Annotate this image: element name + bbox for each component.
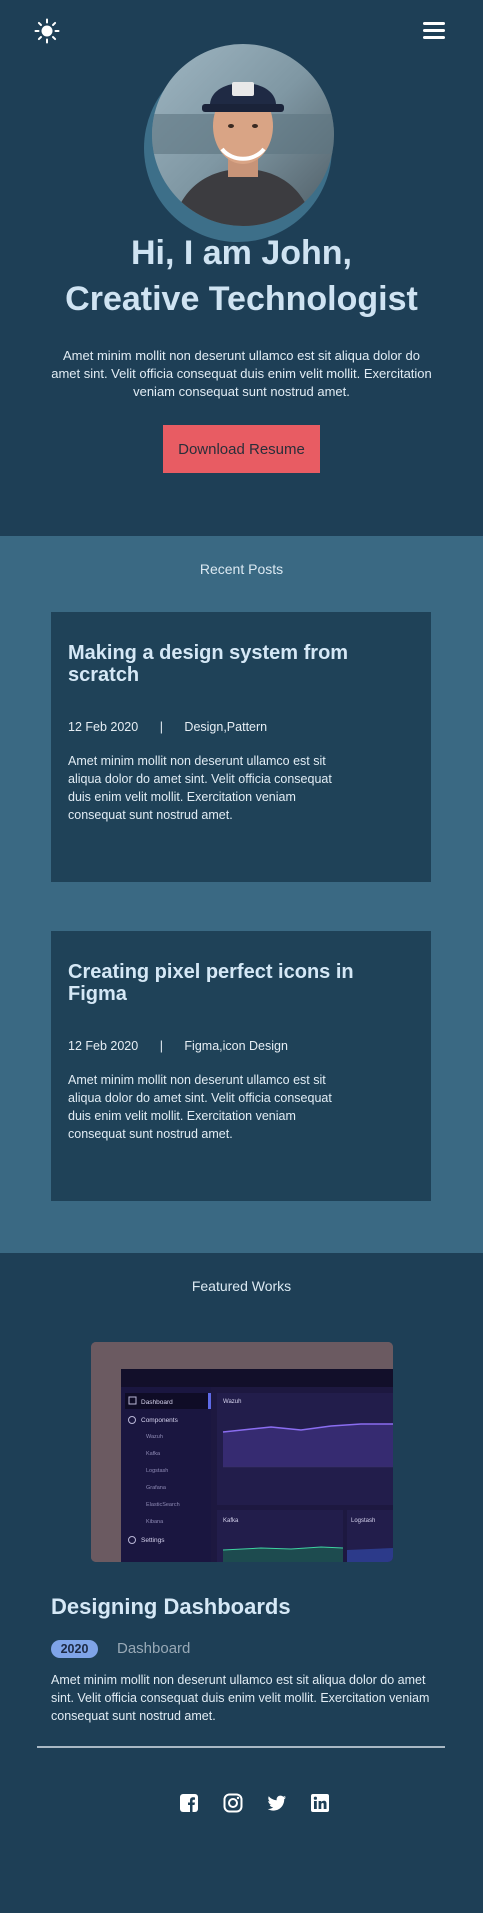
hero-intro: Amet minim mollit non deserunt ullamco e… bbox=[51, 348, 432, 399]
post-card[interactable]: Creating pixel perfect icons in Figma 12… bbox=[51, 931, 431, 1201]
thumb-sidebar-settings: Settings bbox=[141, 1537, 165, 1544]
featured-works-heading: Featured Works bbox=[191, 1278, 292, 1294]
thumb-sidebar-logstash: Logstash bbox=[146, 1468, 168, 1474]
hamburger-menu-icon[interactable] bbox=[423, 22, 445, 40]
twitter-icon[interactable] bbox=[267, 1793, 287, 1813]
thumb-sidebar-kibana: Kibana bbox=[146, 1519, 164, 1525]
hero-section: Hi, I am John, Creative Technologist Ame… bbox=[0, 0, 483, 536]
post-meta-separator: | bbox=[159, 720, 163, 734]
featured-works-section: Featured Works Dashboard Components Wazu… bbox=[0, 1253, 483, 1913]
profile-photo bbox=[140, 44, 340, 242]
facebook-icon[interactable] bbox=[179, 1793, 199, 1813]
thumb-sidebar-kafka: Kafka bbox=[146, 1451, 161, 1457]
post-tags: Design,Pattern bbox=[184, 720, 268, 734]
thumb-sidebar-grafana: Grafana bbox=[146, 1485, 167, 1491]
thumb-sidebar-wazuh: Wazuh bbox=[146, 1434, 163, 1440]
recent-posts-heading: Recent Posts bbox=[199, 561, 284, 577]
hero-title: Hi, I am John, Creative Technologist bbox=[0, 230, 483, 322]
thumb-sidebar-dashboard: Dashboard bbox=[141, 1399, 173, 1406]
post-excerpt: Amet minim mollit non deserunt ullamco e… bbox=[68, 1073, 332, 1141]
post-tags: Figma,icon Design bbox=[184, 1039, 288, 1053]
instagram-icon[interactable] bbox=[223, 1793, 243, 1813]
post-card[interactable]: Making a design system from scratch 12 F… bbox=[51, 612, 431, 882]
linkedin-icon[interactable] bbox=[310, 1793, 330, 1813]
work-thumbnail[interactable]: Dashboard Components Wazuh Kafka Logstas… bbox=[91, 1342, 393, 1562]
hero-title-line2: Creative Technologist bbox=[65, 280, 418, 318]
thumb-panel-wazuh: Wazuh bbox=[223, 1399, 241, 1405]
thumb-panel-logstash: Logstash bbox=[351, 1518, 375, 1524]
post-date: 12 Feb 2020 bbox=[68, 1039, 139, 1053]
hero-title-line1: Hi, I am John, bbox=[130, 234, 353, 272]
divider bbox=[37, 1746, 445, 1748]
work-title[interactable]: Designing Dashboards bbox=[51, 1594, 291, 1620]
post-excerpt: Amet minim mollit non deserunt ullamco e… bbox=[68, 754, 332, 822]
post-meta: 12 Feb 2020 | Design,Pattern bbox=[68, 720, 267, 734]
post-title[interactable]: Creating pixel perfect icons in Figma bbox=[68, 961, 368, 1005]
thumb-sidebar-elasticsearch: ElasticSearch bbox=[146, 1502, 180, 1508]
work-category: Dashboard bbox=[117, 1640, 191, 1657]
work-year-badge: 2020 bbox=[51, 1640, 98, 1658]
download-resume-button[interactable]: Download Resume bbox=[163, 425, 320, 473]
post-meta-separator: | bbox=[159, 1039, 163, 1053]
thumb-panel-kafka: Kafka bbox=[223, 1518, 239, 1524]
recent-posts-section: Recent Posts Making a design system from… bbox=[0, 536, 483, 1253]
thumb-sidebar-components: Components bbox=[141, 1417, 179, 1424]
post-date: 12 Feb 2020 bbox=[68, 720, 139, 734]
avatar bbox=[152, 44, 334, 226]
sun-icon[interactable] bbox=[34, 18, 60, 44]
work-description: Amet minim mollit non deserunt ullamco e… bbox=[51, 1673, 430, 1723]
post-title[interactable]: Making a design system from scratch bbox=[68, 642, 368, 686]
post-meta: 12 Feb 2020 | Figma,icon Design bbox=[68, 1039, 288, 1053]
